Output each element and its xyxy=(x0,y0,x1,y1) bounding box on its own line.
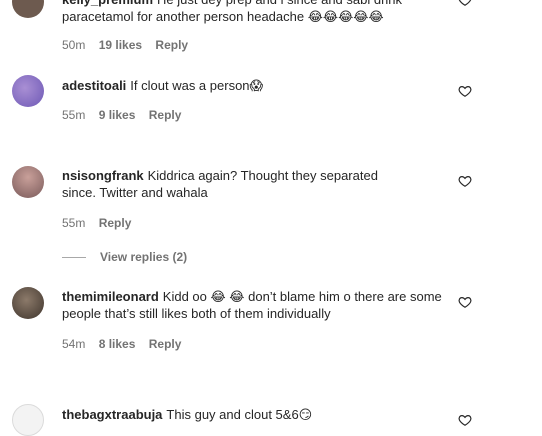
comment-username[interactable]: thebagxtraabuja xyxy=(62,407,162,422)
comment-body: themimileonard Kidd oo 😂 😂 don’t blame hi… xyxy=(62,288,442,322)
heart-icon[interactable] xyxy=(458,84,472,98)
comment-username[interactable]: kelly_premium xyxy=(62,0,153,7)
comment-body: kelly_premiumHe just dey prep and i sinc… xyxy=(62,0,432,25)
comment-body: adestitoali If clout was a person😱 xyxy=(62,77,432,94)
avatar[interactable] xyxy=(12,404,44,436)
comment-likes[interactable]: 9 likes xyxy=(99,108,136,122)
comment-meta: 55m 9 likes Reply xyxy=(62,108,191,122)
comment-time: 50m xyxy=(62,38,86,52)
comment-meta: 54m 8 likes Reply xyxy=(62,337,191,351)
heart-icon[interactable] xyxy=(458,413,472,427)
avatar[interactable] xyxy=(12,166,44,198)
comment-username[interactable]: adestitoali xyxy=(62,78,126,93)
comment-text: This guy and clout 5&6😏 xyxy=(166,407,313,422)
comment-time: 55m xyxy=(62,108,86,122)
avatar[interactable] xyxy=(12,75,44,107)
view-replies-label[interactable]: View replies (2) xyxy=(100,250,187,264)
comment-meta: 50m 19 likes Reply xyxy=(62,38,198,52)
view-replies-button[interactable]: View replies (2) xyxy=(62,250,187,264)
comment-username[interactable]: nsisongfrank xyxy=(62,168,144,183)
reply-button[interactable]: Reply xyxy=(155,38,188,52)
heart-icon[interactable] xyxy=(458,174,472,188)
avatar[interactable] xyxy=(12,0,44,18)
reply-button[interactable]: Reply xyxy=(149,337,182,351)
heart-icon[interactable] xyxy=(458,0,472,7)
comment-time: 54m xyxy=(62,337,86,351)
comment-username[interactable]: themimileonard xyxy=(62,289,159,304)
heart-icon[interactable] xyxy=(458,295,472,309)
comment-meta: 55m Reply xyxy=(62,216,141,230)
comment-likes[interactable]: 8 likes xyxy=(99,337,136,351)
comment-body: nsisongfrank Kiddrica again? Thought they… xyxy=(62,167,407,201)
comment-time: 55m xyxy=(62,216,86,230)
comment-text: If clout was a person😱 xyxy=(130,78,264,93)
comment-body: thebagxtraabuja This guy and clout 5&6😏 xyxy=(62,406,432,423)
replies-divider xyxy=(62,257,86,259)
avatar[interactable] xyxy=(12,287,44,319)
comment-likes[interactable]: 19 likes xyxy=(99,38,142,52)
reply-button[interactable]: Reply xyxy=(99,216,132,230)
reply-button[interactable]: Reply xyxy=(149,108,182,122)
